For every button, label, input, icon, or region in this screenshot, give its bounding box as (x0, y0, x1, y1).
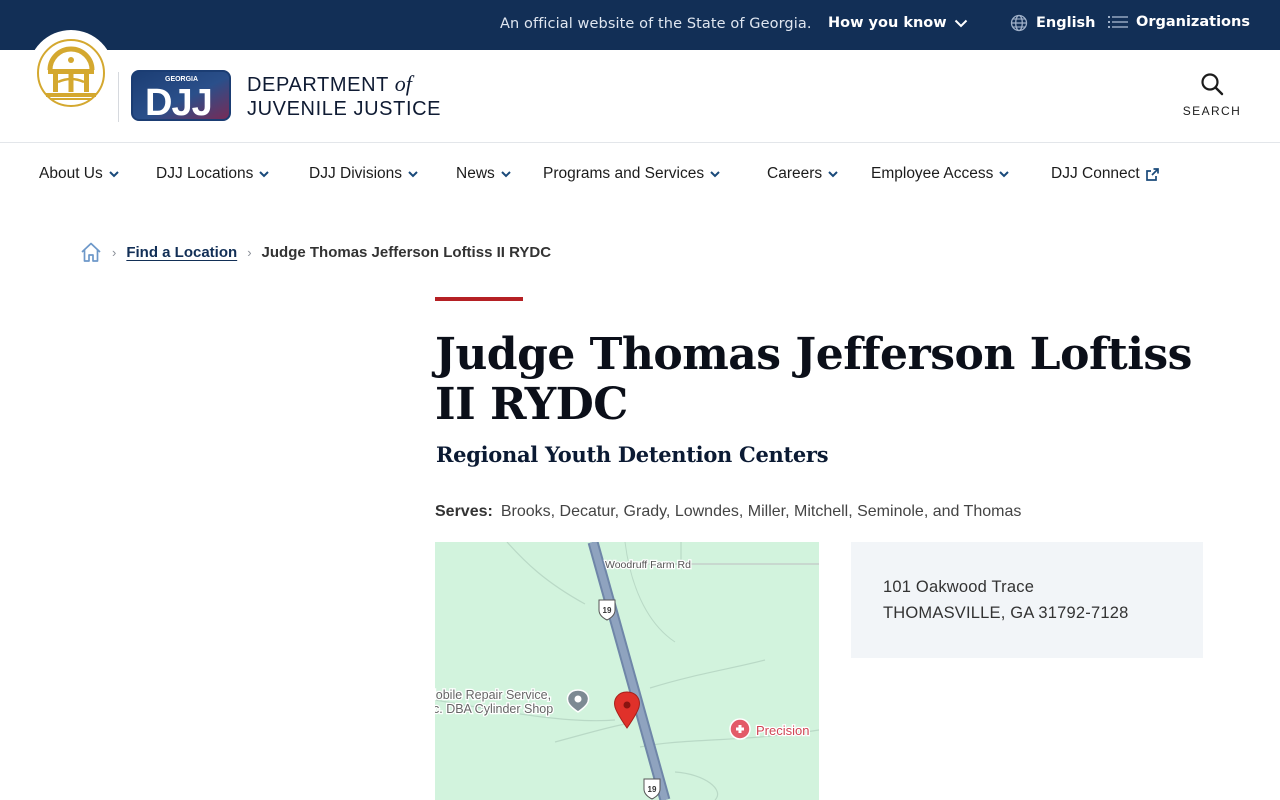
medical-poi-icon[interactable] (729, 718, 751, 740)
department-line1: DEPARTMENT (247, 74, 389, 96)
location-map[interactable]: 19 19 Woodruff Farm Rd lobile Repair Ser… (435, 542, 819, 800)
primary-nav: About Us DJJ Locations DJJ Divisions New… (0, 143, 1280, 205)
nav-djj-divisions[interactable]: DJJ Divisions (309, 165, 418, 183)
map-poi-pin-icon[interactable] (566, 689, 590, 713)
facility-type: Regional Youth Detention Centers (436, 442, 829, 467)
djj-logo-text: DJJ (145, 82, 212, 121)
chevron-down-icon (710, 170, 720, 177)
search-label: SEARCH (1182, 104, 1242, 118)
chevron-down-icon (109, 170, 119, 177)
organizations-label: Organizations (1136, 14, 1250, 30)
department-name[interactable]: DEPARTMENT of JUVENILE JUSTICE (247, 72, 441, 121)
title-accent-bar (435, 297, 523, 301)
address-line1: 101 Oakwood Trace (883, 578, 1035, 596)
location-marker-icon[interactable] (614, 691, 640, 729)
georgia-seal-logo[interactable] (28, 30, 114, 116)
nav-label: News (456, 165, 495, 182)
logo-divider (118, 72, 119, 122)
nav-djj-locations[interactable]: DJJ Locations (156, 165, 270, 183)
nav-label: Employee Access (871, 165, 994, 182)
official-site-text: An official website of the State of Geor… (500, 16, 812, 32)
address-line2: THOMASVILLE, GA 31792-7128 (883, 604, 1129, 622)
chevron-down-icon (501, 170, 511, 177)
djj-logo[interactable]: GEORGIA DJJ (131, 70, 231, 124)
highway-shield-icon: 19 (643, 778, 661, 800)
breadcrumb-current: Judge Thomas Jefferson Loftiss II RYDC (261, 243, 552, 261)
nav-employee-access[interactable]: Employee Access (871, 165, 1010, 183)
page-title: Judge Thomas Jefferson Loftiss II RYDC (435, 329, 1192, 430)
nav-label: About Us (39, 165, 103, 182)
search-button[interactable]: SEARCH (1178, 72, 1246, 118)
highway-shield-label: 19 (648, 785, 657, 794)
globe-icon (1010, 14, 1028, 32)
breadcrumb: › Find a Location › Judge Thomas Jeffers… (80, 241, 551, 263)
how-you-know-toggle[interactable]: How you know (828, 15, 968, 31)
how-you-know-label: How you know (828, 15, 947, 31)
department-of: of (394, 71, 412, 96)
map-poi-label: c. DBA Cylinder Shop (435, 702, 553, 716)
nav-programs-and-services[interactable]: Programs and Services (543, 165, 720, 183)
nav-label: Programs and Services (543, 165, 705, 182)
map-graphic: 19 19 Woodruff Farm Rd lobile Repair Ser… (435, 542, 819, 800)
nav-news[interactable]: News (456, 165, 511, 183)
nav-label: DJJ Divisions (309, 165, 403, 182)
chevron-down-icon (828, 170, 838, 177)
language-selector[interactable]: English (1010, 14, 1096, 32)
chevron-down-icon (999, 170, 1010, 177)
chevron-down-icon (408, 170, 418, 177)
breadcrumb-find-location[interactable]: Find a Location (126, 244, 237, 261)
external-link-icon (1145, 167, 1159, 181)
home-icon[interactable] (80, 241, 102, 263)
address-card: 101 Oakwood Trace THOMASVILLE, GA 31792-… (851, 542, 1203, 658)
breadcrumb-separator: › (247, 244, 252, 260)
nav-label: Careers (767, 165, 823, 182)
highway-shield-label: 19 (603, 606, 612, 615)
map-poi-label: lobile Repair Service, (435, 688, 551, 702)
official-banner: An official website of the State of Geor… (0, 0, 1280, 50)
chevron-down-icon (259, 170, 270, 177)
nav-djj-connect[interactable]: DJJ Connect (1051, 165, 1159, 183)
breadcrumb-separator: › (112, 244, 117, 260)
chevron-down-icon (954, 19, 967, 27)
serves-counties: Serves: Brooks, Decatur, Grady, Lowndes, … (435, 503, 1021, 521)
serves-label: Serves: (435, 503, 493, 520)
nav-label: DJJ Connect (1051, 165, 1140, 182)
serves-value: Brooks, Decatur, Grady, Lowndes, Miller,… (500, 503, 1022, 520)
language-label: English (1036, 15, 1096, 31)
nav-about-us[interactable]: About Us (39, 165, 119, 183)
list-icon (1108, 16, 1128, 28)
map-road-label: Woodruff Farm Rd (605, 559, 691, 571)
nav-label: DJJ Locations (156, 165, 254, 182)
search-icon (1201, 73, 1224, 96)
site-header: GEORGIA DJJ DEPARTMENT of JUVENILE JUSTI… (0, 30, 1280, 143)
nav-careers[interactable]: Careers (767, 165, 838, 183)
organizations-menu[interactable]: Organizations (1108, 14, 1250, 30)
georgia-seal-icon (37, 39, 105, 107)
map-poi-label: Precision (756, 723, 809, 738)
department-line2: JUVENILE JUSTICE (247, 98, 442, 120)
djj-logo-graphic: GEORGIA DJJ (131, 70, 231, 124)
